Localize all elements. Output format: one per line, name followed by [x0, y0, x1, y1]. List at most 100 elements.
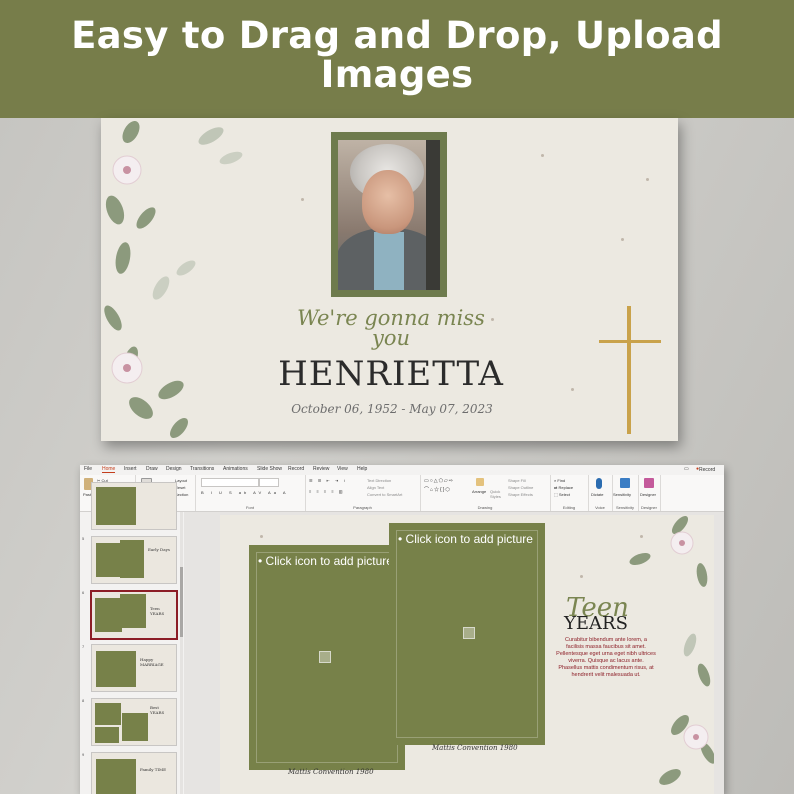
designer-button[interactable]: Designer: [640, 492, 656, 497]
font-group: B I U S ab AV Aa A Font: [195, 475, 306, 511]
shape-effects-button[interactable]: Shape Effects: [508, 492, 533, 497]
slide-thumbnail-selected[interactable]: Teen YEARS: [90, 590, 178, 640]
find-button[interactable]: ⌕ Find: [554, 478, 565, 483]
memorial-slide: We're gonna miss you HENRIETTA October 0…: [101, 118, 678, 441]
text-direction-button[interactable]: Text Direction: [367, 478, 391, 483]
smartart-button[interactable]: Convert to SmartArt: [367, 492, 402, 497]
slide-thumbnail[interactable]: Happy MARRIAGE: [91, 644, 177, 692]
tab-file[interactable]: File: [84, 466, 92, 472]
sensitivity-group: Sensitivity Sensitivity: [612, 475, 639, 511]
record-button[interactable]: ● Record: [696, 466, 715, 473]
shapes-gallery-row2[interactable]: ⌒⌂☆{}⬡: [424, 486, 451, 493]
replace-button[interactable]: ⇄ Replace: [554, 485, 573, 490]
life-dates: October 06, 1952 - May 07, 2023: [291, 402, 493, 416]
tab-animations[interactable]: Animations: [223, 466, 248, 472]
thumbnails-scrollbar[interactable]: [180, 512, 183, 794]
tab-draw[interactable]: Draw: [146, 466, 158, 472]
slide-thumbnail[interactable]: Early Days: [91, 536, 177, 584]
editing-slide[interactable]: • Click icon to add picture • Click icon…: [220, 515, 714, 794]
select-label: Select: [558, 492, 571, 497]
font-name-box[interactable]: [201, 478, 259, 487]
photo-caption: Mattis Convention 1980: [432, 744, 518, 752]
group-label: Paragraph: [353, 505, 372, 510]
microphone-icon[interactable]: [596, 478, 602, 489]
tab-design[interactable]: Design: [166, 466, 182, 472]
insert-picture-icon[interactable]: [463, 627, 475, 639]
arrange-button[interactable]: Arrange: [472, 489, 486, 494]
group-label: Sensitivity: [615, 505, 634, 510]
section-button[interactable]: Section: [175, 492, 188, 497]
tab-record[interactable]: Record: [288, 466, 304, 472]
tab-help[interactable]: Help: [357, 466, 367, 472]
designer-icon[interactable]: [644, 478, 654, 488]
promo-header: Easy to Drag and Drop, Upload Images: [0, 0, 794, 118]
editing-group: ⌕ Find ⇄ Replace ⬚ Select Editing: [550, 475, 589, 511]
paper-speck: [646, 178, 649, 181]
paper-speck: [621, 238, 624, 241]
tab-transitions[interactable]: Transitions: [190, 466, 214, 472]
quick-styles-button[interactable]: Quick Styles: [490, 489, 504, 499]
tab-review[interactable]: Review: [313, 466, 329, 472]
find-label: Find: [557, 478, 566, 483]
dictate-button[interactable]: Dictate: [591, 492, 603, 497]
paper-speck: [571, 388, 574, 391]
sensitivity-button[interactable]: Sensitivity: [613, 492, 631, 497]
designer-group: Designer Designer: [638, 475, 661, 511]
slide-thumbnail[interactable]: [91, 482, 177, 530]
group-label: Font: [245, 505, 254, 510]
paper-speck: [301, 198, 304, 201]
scrollbar-thumb[interactable]: [180, 567, 183, 637]
align-text-button[interactable]: Align Text: [367, 485, 384, 490]
drawing-group: ▭○△⬠▱⇨ ⌒⌂☆{}⬡ Arrange Quick Styles Shape…: [420, 475, 551, 511]
shape-fill-button[interactable]: Shape Fill: [508, 478, 526, 483]
promo-title: Easy to Drag and Drop, Upload Images: [71, 14, 723, 96]
paragraph-group: ☰ ☰ ⇤ ⇥ ↕ ≡ ≡ ≡ ≡ ▥ Text Direction Align…: [305, 475, 421, 511]
group-label: Designer: [640, 505, 657, 510]
paper-speck: [491, 318, 494, 321]
tab-home[interactable]: Home: [102, 466, 116, 473]
insert-picture-icon[interactable]: [319, 651, 331, 663]
placeholder-prompt: • Click icon to add picture: [398, 532, 533, 546]
align-buttons[interactable]: ≡ ≡ ≡ ≡ ▥: [309, 489, 345, 494]
shape-outline-button[interactable]: Shape Outline: [508, 485, 533, 490]
sensitivity-icon[interactable]: [620, 478, 630, 488]
thumbnail-title: Family TIME: [140, 767, 167, 772]
paper-speck: [541, 154, 544, 157]
group-label: Editing: [562, 505, 576, 510]
slide-title: YEARS: [564, 613, 628, 634]
placeholder-prompt: • Click icon to add picture: [258, 554, 393, 568]
list-buttons[interactable]: ☰ ☰ ⇤ ⇥ ↕: [309, 478, 347, 483]
slide-thumbnails-pane[interactable]: 5 Early Days 6 Teen YEARS 7 Happy MARRIA…: [80, 482, 185, 794]
tab-insert[interactable]: Insert: [124, 466, 137, 472]
arrange-icon[interactable]: [476, 478, 484, 486]
slide-number: 7: [82, 644, 85, 649]
thumbnail-title: Early Days: [148, 547, 170, 552]
cross-icon: [599, 306, 661, 434]
picture-placeholder[interactable]: • Click icon to add picture: [249, 545, 405, 770]
paper-speck: [580, 575, 583, 578]
font-size-box[interactable]: [259, 478, 279, 487]
picture-placeholder[interactable]: • Click icon to add picture: [389, 523, 545, 745]
replace-label: Replace: [558, 485, 574, 490]
tab-view[interactable]: View: [337, 466, 348, 472]
deceased-name: HENRIETTA: [278, 354, 504, 394]
floral-decoration-left: [104, 121, 243, 438]
slide-number: 9: [82, 752, 85, 757]
font-formatting-buttons[interactable]: B I U S ab AV Aa A: [201, 490, 289, 495]
slide-thumbnail[interactable]: Best YEARS: [91, 698, 177, 746]
tab-slideshow[interactable]: Slide Show: [257, 466, 282, 472]
slide-number: 5: [82, 536, 85, 541]
shapes-gallery[interactable]: ▭○△⬠▱⇨: [424, 478, 454, 484]
group-label: Drawing: [477, 505, 493, 510]
portrait-frame: [331, 132, 447, 297]
slide-thumbnail[interactable]: Family TIME: [91, 752, 177, 794]
thumbnail-title: Teen YEARS: [150, 606, 165, 616]
comments-icon[interactable]: ▭: [684, 466, 689, 472]
floral-decoration-right: [629, 515, 714, 785]
slide-canvas: • Click icon to add picture • Click icon…: [184, 512, 724, 794]
select-button[interactable]: ⬚ Select: [554, 492, 570, 497]
tagline-text: We're gonna miss you: [297, 306, 485, 350]
thumbnail-title: Happy MARRIAGE: [140, 657, 164, 667]
paper-speck: [260, 535, 263, 538]
record-label: Record: [699, 467, 716, 473]
